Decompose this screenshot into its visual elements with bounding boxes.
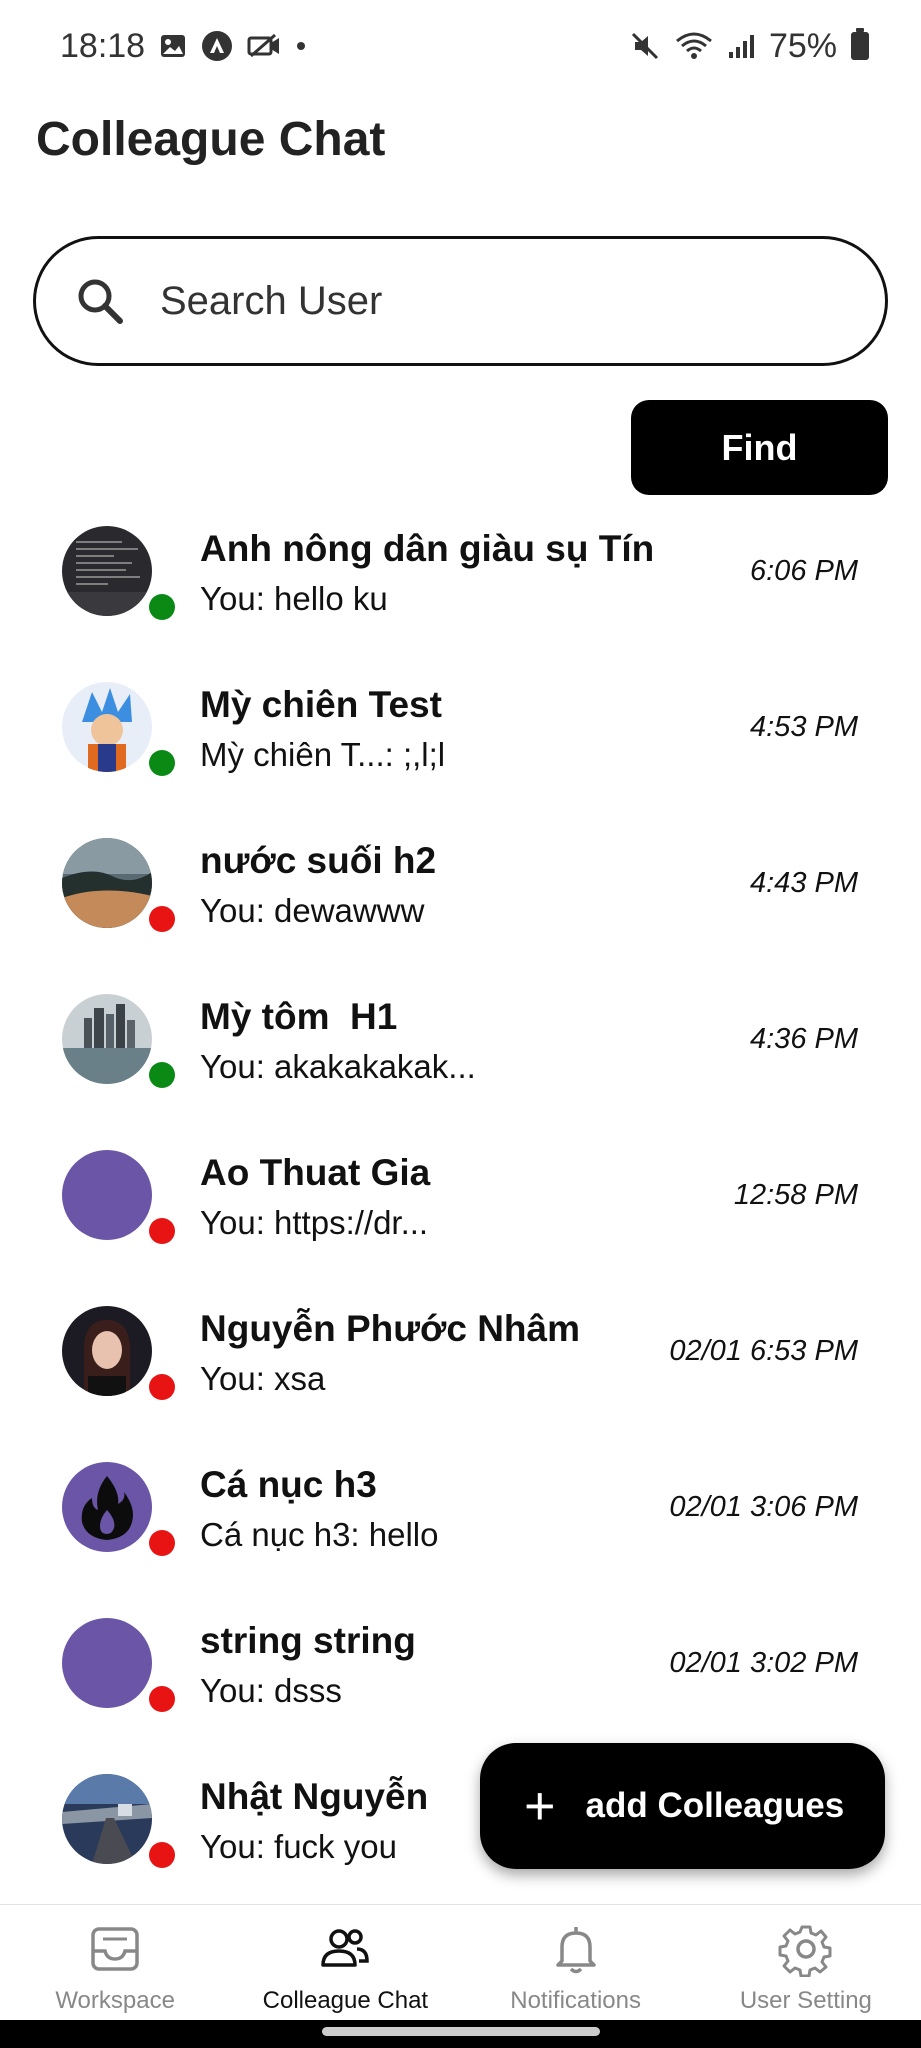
chat-row[interactable]: Mỳ chiên Test Mỳ chiên T...: ;,l;l 4:53 … [0, 666, 921, 822]
chat-preview: You: https://dr... [200, 1204, 429, 1241]
add-colleagues-button[interactable]: + add Colleagues [480, 1743, 885, 1869]
chat-name: Nguyễn Phước Nhâm [200, 1308, 580, 1349]
bell-icon [555, 1927, 596, 1974]
gear-icon [778, 1925, 832, 1977]
flame-avatar [62, 1462, 152, 1552]
chat-row[interactable]: nước suối h2 You: dewawww 4:43 PM [0, 822, 921, 978]
nav-item-colleague-chat[interactable]: Colleague Chat [230, 1905, 460, 2020]
chat-list: Anh nông dân giàu sụ Tín You: hello ku 6… [0, 510, 921, 1914]
chat-preview: Cá nục h3: hello [200, 1516, 439, 1553]
chat-preview: You: hello ku [200, 580, 388, 617]
anime-avatar [62, 682, 152, 772]
bottom-nav: Workspace Colleague Chat Notifications U… [0, 1904, 921, 2020]
arrow-icon [201, 30, 233, 62]
default-avatar [62, 1150, 152, 1240]
nav-label: Notifications [510, 1987, 641, 2014]
wifi-icon [675, 31, 713, 61]
chat-preview: You: xsa [200, 1360, 326, 1397]
plus-icon: + [524, 1776, 556, 1836]
nav-label: Colleague Chat [262, 1987, 429, 2014]
status-left: 18:18 [60, 27, 307, 66]
chat-time: 02/01 3:02 PM [669, 1647, 858, 1679]
signal-icon [727, 32, 755, 60]
nav-label: User Setting [739, 1987, 872, 2014]
chat-time: 4:36 PM [750, 1023, 858, 1055]
search-icon [78, 279, 123, 324]
chat-row[interactable]: Cá nục h3 Cá nục h3: hello 02/01 3:06 PM [0, 1446, 921, 1602]
chat-name: Mỳ tôm H1 [200, 996, 398, 1037]
find-button[interactable]: Find [631, 400, 888, 495]
chat-row[interactable]: Anh nông dân giàu sụ Tín You: hello ku 6… [0, 510, 921, 666]
chat-time: 4:43 PM [750, 867, 858, 899]
default-avatar [62, 1618, 152, 1708]
chat-time: 02/01 3:06 PM [669, 1491, 858, 1523]
offline-status-dot [149, 1842, 175, 1868]
chat-name: string string [200, 1620, 416, 1661]
chat-time: 12:58 PM [733, 1179, 858, 1211]
chat-time: 6:06 PM [750, 555, 858, 587]
portrait-avatar [62, 1306, 152, 1396]
status-time: 18:18 [60, 26, 146, 65]
chat-name: Mỳ chiên Test [200, 684, 442, 725]
chat-name: Anh nông dân giàu sụ Tín [200, 528, 655, 569]
search-bar[interactable] [33, 236, 888, 366]
offline-status-dot [149, 1374, 175, 1400]
nav-item-workspace[interactable]: Workspace [0, 1905, 230, 2020]
battery-percent: 75% [768, 26, 837, 65]
online-status-dot [149, 594, 175, 620]
offline-status-dot [149, 906, 175, 932]
chat-preview: You: akakakakak... [200, 1048, 476, 1085]
chat-row[interactable]: Nguyễn Phước Nhâm You: xsa 02/01 6:53 PM [0, 1290, 921, 1446]
chat-row[interactable]: Ao Thuat Gia You: https://dr... 12:58 PM [0, 1134, 921, 1290]
status-bar: 18:18 75% [0, 0, 921, 92]
online-status-dot [149, 1062, 175, 1088]
chat-name: Ao Thuat Gia [200, 1152, 431, 1193]
add-colleagues-label: add Colleagues [585, 1786, 845, 1825]
chat-preview: Mỳ chiên T...: ;,l;l [200, 736, 446, 773]
inbox-icon [91, 1927, 139, 1971]
image-icon [159, 32, 187, 60]
terminal-avatar [62, 526, 152, 616]
chat-row[interactable]: Mỳ tôm H1 You: akakakakak... 4:36 PM [0, 978, 921, 1134]
chat-preview: You: dsss [200, 1672, 342, 1709]
offline-status-dot [149, 1530, 175, 1556]
people-icon [321, 1929, 370, 1967]
camera-off-icon [247, 32, 281, 60]
chat-time: 02/01 6:53 PM [669, 1335, 858, 1367]
mute-icon [629, 30, 661, 62]
desert-avatar [62, 838, 152, 928]
chat-time: 4:53 PM [750, 711, 858, 743]
chat-preview: You: fuck you [200, 1828, 397, 1865]
city-avatar [62, 994, 152, 1084]
chat-name: Cá nục h3 [200, 1464, 377, 1505]
road-avatar [62, 1774, 152, 1864]
chat-name: nước suối h2 [200, 840, 437, 881]
nav-item-notifications[interactable]: Notifications [461, 1905, 691, 2020]
nav-label: Workspace [55, 1987, 175, 2014]
battery-icon [851, 28, 869, 60]
search-input[interactable] [160, 278, 760, 324]
page-title: Colleague Chat [36, 113, 386, 166]
online-status-dot [149, 750, 175, 776]
chat-name: Nhật Nguyễn [200, 1776, 429, 1817]
status-right: 75% [629, 27, 869, 66]
nav-item-user-setting[interactable]: User Setting [691, 1905, 921, 2020]
home-indicator[interactable] [322, 2027, 600, 2036]
dot-icon [295, 40, 307, 52]
offline-status-dot [149, 1686, 175, 1712]
offline-status-dot [149, 1218, 175, 1244]
chat-row[interactable]: string string You: dsss 02/01 3:02 PM [0, 1602, 921, 1758]
chat-preview: You: dewawww [200, 892, 425, 929]
